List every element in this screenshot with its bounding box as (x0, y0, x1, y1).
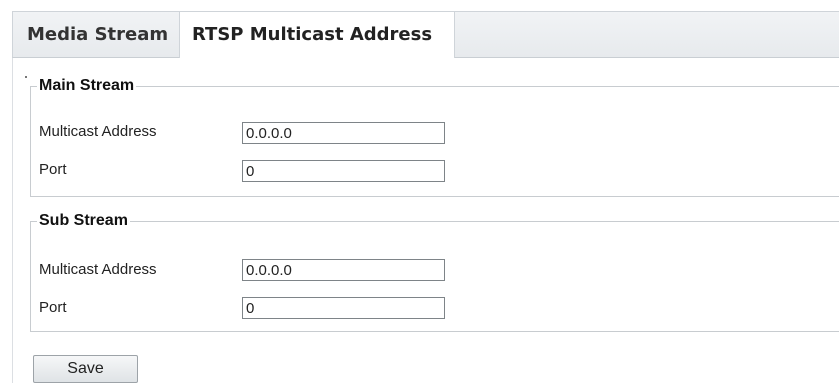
main-port-input[interactable] (242, 160, 445, 182)
sub-port-label: Port (39, 299, 67, 316)
sub-multicast-address-label: Multicast Address (39, 261, 157, 278)
main-multicast-address-input[interactable] (242, 122, 445, 144)
sub-port-input[interactable] (242, 297, 445, 319)
tab-rtsp-multicast-address[interactable]: RTSP Multicast Address (179, 12, 455, 59)
save-button[interactable]: Save (33, 355, 138, 383)
sub-stream-title: Sub Stream (37, 211, 130, 231)
top-strip (0, 0, 839, 11)
sub-multicast-address-input[interactable] (242, 259, 445, 281)
rtsp-multicast-settings-page: Media Stream RTSP Multicast Address Main… (0, 0, 839, 383)
main-stream-title: Main Stream (37, 76, 137, 96)
main-port-label: Port (39, 161, 67, 178)
tab-bar: Media Stream RTSP Multicast Address (12, 11, 839, 59)
main-multicast-address-label: Multicast Address (39, 123, 157, 140)
tab-media-stream[interactable]: Media Stream (13, 12, 178, 58)
panel-marker (25, 76, 27, 78)
